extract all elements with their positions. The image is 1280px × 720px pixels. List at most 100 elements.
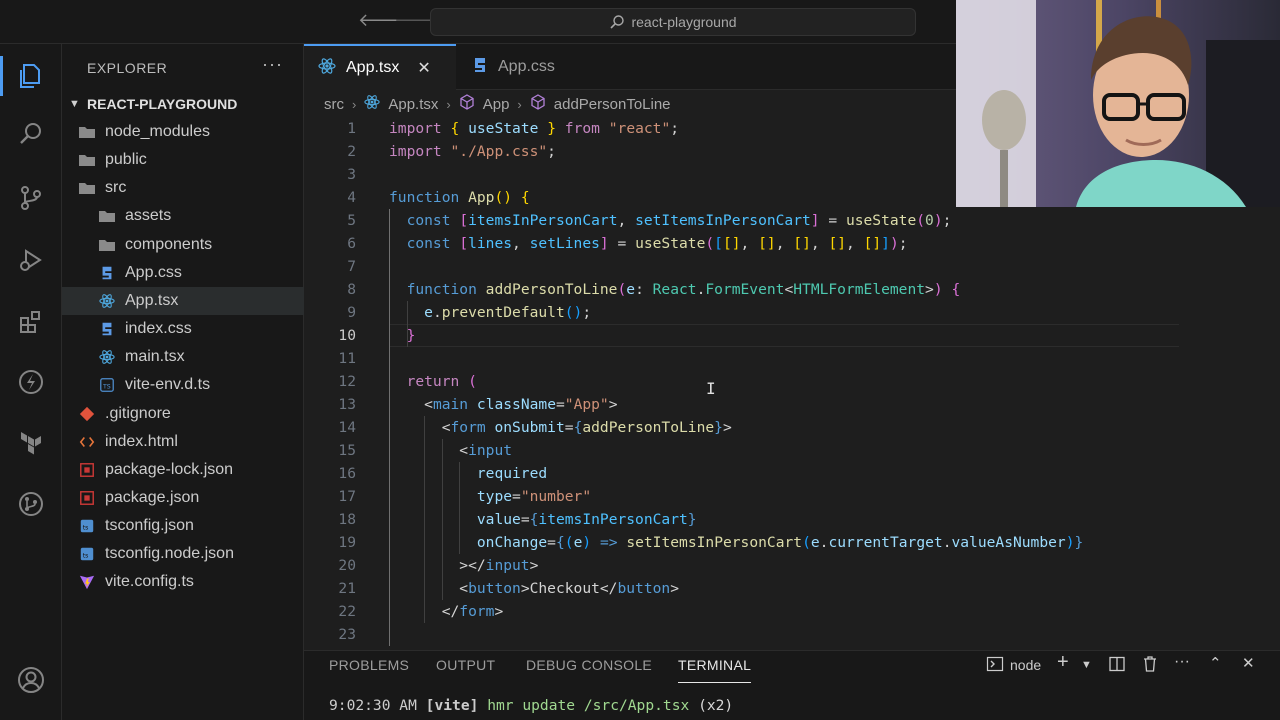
- code-line[interactable]: 23: [304, 623, 1280, 646]
- breadcrumb-symbol-app[interactable]: App: [483, 96, 510, 113]
- tree-item[interactable]: public: [62, 146, 304, 174]
- code-text: value={itemsInPersonCart}: [389, 508, 697, 531]
- code-line[interactable]: 20 ></input>: [304, 554, 1280, 577]
- code-line[interactable]: 22 </form>: [304, 600, 1280, 623]
- code-token: addPersonToLine: [485, 281, 618, 298]
- line-number: 4: [347, 189, 356, 206]
- terminal-message: hmr update /src/App.tsx: [487, 697, 690, 714]
- tab-app-css[interactable]: App.css: [458, 44, 592, 90]
- tree-item[interactable]: main.tsx: [62, 343, 304, 371]
- code-token: {: [951, 281, 961, 298]
- tab-debug-console[interactable]: DEBUG CONSOLE: [526, 657, 652, 683]
- activity-bar: [0, 44, 62, 720]
- css-file-icon: [472, 56, 488, 79]
- tree-item[interactable]: App.tsx: [62, 286, 304, 315]
- code-token: button: [468, 580, 521, 597]
- code-line[interactable]: 11: [304, 347, 1280, 370]
- close-panel-icon[interactable]: ✕: [1242, 654, 1255, 672]
- command-center-search[interactable]: react-playground: [430, 8, 916, 36]
- code-line[interactable]: 16 required: [304, 462, 1280, 485]
- code-token: setItemsInPersonCart: [635, 212, 811, 229]
- active-indicator: [0, 56, 3, 96]
- code-token: [: [459, 212, 469, 229]
- line-number: 19: [338, 534, 356, 551]
- explorer-icon[interactable]: [13, 58, 49, 94]
- code-line[interactable]: 6 const [lines, setLines] = useState([[]…: [304, 232, 1280, 255]
- code-line[interactable]: 10 }: [304, 324, 1280, 347]
- tree-item[interactable]: package.json: [62, 484, 304, 512]
- code-token: ): [582, 534, 592, 551]
- chevron-down-icon[interactable]: ▼: [1081, 659, 1092, 671]
- new-terminal-icon[interactable]: +: [1057, 651, 1069, 674]
- source-control-icon[interactable]: [13, 180, 49, 216]
- code-token: {: [555, 534, 565, 551]
- code-line[interactable]: 14 <form onSubmit={addPersonToLine}>: [304, 416, 1280, 439]
- code-token: =>: [599, 534, 618, 551]
- tree-item[interactable]: index.css: [62, 315, 304, 343]
- line-number: 11: [338, 350, 356, 367]
- code-line[interactable]: 5 const [itemsInPersonCart, setItemsInPe…: [304, 209, 1280, 232]
- breadcrumb-src[interactable]: src: [324, 96, 344, 113]
- extensions-icon[interactable]: [13, 304, 49, 340]
- chevron-up-icon[interactable]: ⌃: [1209, 654, 1222, 672]
- code-line[interactable]: 8 function addPersonToLine(e: React.Form…: [304, 278, 1280, 301]
- search-sidebar-icon[interactable]: [13, 116, 49, 152]
- breadcrumb-symbol-function[interactable]: addPersonToLine: [554, 96, 671, 113]
- tree-item-label: node_modules: [105, 123, 210, 140]
- tree-item[interactable]: ts tsconfig.json: [62, 512, 304, 540]
- more-actions-icon[interactable]: ···: [262, 54, 283, 75]
- code-line[interactable]: 15 <input: [304, 439, 1280, 462]
- code-line[interactable]: 17 type="number": [304, 485, 1280, 508]
- tree-item[interactable]: assets: [62, 202, 304, 230]
- breadcrumb-file[interactable]: App.tsx: [388, 96, 438, 113]
- tree-item[interactable]: package-lock.json: [62, 456, 304, 484]
- code-token: className: [476, 396, 556, 413]
- terraform-icon[interactable]: [13, 424, 49, 460]
- line-number: 23: [338, 626, 356, 643]
- tab-app-tsx[interactable]: App.tsx ✕: [304, 44, 456, 90]
- more-actions-icon[interactable]: ···: [1174, 653, 1190, 671]
- tree-item[interactable]: App.css: [62, 259, 304, 287]
- code-line[interactable]: 12 return (: [304, 370, 1280, 393]
- project-folder-header[interactable]: ▼ REACT-PLAYGROUND: [62, 92, 304, 116]
- tree-item-label: index.html: [105, 432, 178, 450]
- code-token: FormEvent: [705, 281, 785, 298]
- code-token: :: [635, 281, 653, 298]
- tree-item[interactable]: .gitignore: [62, 400, 304, 428]
- tree-item[interactable]: src: [62, 174, 304, 202]
- tree-item[interactable]: TS vite-env.d.ts: [62, 371, 304, 399]
- tree-item[interactable]: index.html: [62, 428, 304, 456]
- tab-terminal[interactable]: TERMINAL: [678, 657, 752, 683]
- typescript-file-icon: TS: [97, 376, 117, 394]
- lightning-icon[interactable]: [13, 364, 49, 400]
- code-line[interactable]: 18 value={itemsInPersonCart}: [304, 508, 1280, 531]
- run-debug-icon[interactable]: [13, 242, 49, 278]
- terminal-name[interactable]: node: [1010, 657, 1041, 673]
- git-graph-icon[interactable]: [13, 486, 49, 522]
- tab-problems[interactable]: PROBLEMS: [329, 657, 409, 683]
- tree-item[interactable]: vite.config.ts: [62, 568, 304, 596]
- code-token: []: [722, 235, 741, 252]
- code-text: <main className="App">: [389, 393, 617, 416]
- vite-file-icon: [77, 573, 97, 591]
- trash-icon[interactable]: [1141, 655, 1159, 678]
- split-terminal-icon[interactable]: [1108, 655, 1126, 678]
- line-number: 22: [338, 603, 356, 620]
- code-line[interactable]: 13 <main className="App">: [304, 393, 1280, 416]
- close-tab-icon[interactable]: ✕: [417, 58, 430, 78]
- account-icon[interactable]: [13, 662, 49, 698]
- npm-file-icon: [77, 489, 97, 507]
- indent-guide: [459, 462, 461, 554]
- code-line[interactable]: 19 onChange={(e) => setItemsInPersonCart…: [304, 531, 1280, 554]
- tree-item[interactable]: node_modules: [62, 118, 304, 146]
- code-line[interactable]: 21 <button>Checkout</button>: [304, 577, 1280, 600]
- code-line[interactable]: 9 e.preventDefault();: [304, 301, 1280, 324]
- tree-item[interactable]: ts tsconfig.node.json: [62, 540, 304, 568]
- code-line[interactable]: 7: [304, 255, 1280, 278]
- tree-item[interactable]: components: [62, 231, 304, 259]
- svg-text:ts: ts: [83, 525, 89, 532]
- tab-output[interactable]: OUTPUT: [436, 657, 495, 683]
